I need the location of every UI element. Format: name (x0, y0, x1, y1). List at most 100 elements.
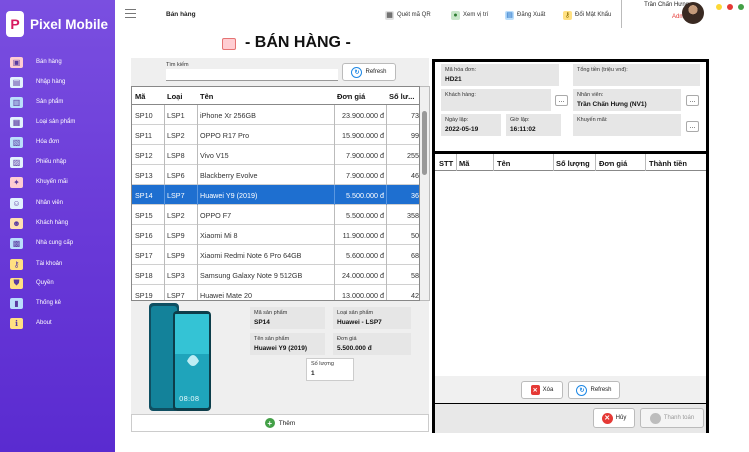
divider (197, 125, 198, 145)
product-name-field: Tên sản phẩm Huawei Y9 (2019) (250, 333, 325, 355)
search-label: Tìm kiếm (166, 62, 189, 68)
search-input[interactable] (166, 69, 338, 81)
customer-label: Khách hàng: (445, 92, 476, 98)
cell-ten: Blackberry Evolve (200, 171, 258, 180)
add-button[interactable]: + Thêm (131, 414, 429, 432)
avatar[interactable] (682, 2, 704, 24)
location-button[interactable]: ● Xem vị trí (451, 8, 488, 22)
staff-field: Nhân viên: Trần Chấn Hưng (NV1) (573, 89, 681, 111)
sidebar-item-staff[interactable]: ☺ Nhân viên (0, 193, 115, 213)
sidebar-item-product[interactable]: ▥ Sản phẩm (0, 92, 115, 112)
col-loai[interactable]: Loại (167, 92, 182, 101)
cart-col-don-gia[interactable]: Đơn giá (599, 159, 627, 168)
cell-sl: 99 (411, 131, 419, 140)
scroll-thumb[interactable] (422, 111, 427, 175)
menu-icon[interactable] (125, 9, 136, 18)
table-row[interactable]: SP13 LSP6 Blackberry Evolve 7.900.000 đ 46 (132, 165, 419, 185)
table-row[interactable]: SP12 LSP8 Vivo V15 7.900.000 đ 255 (132, 145, 419, 165)
cart-table[interactable]: STT Mã Tên Số lượng Đơn giá Thành tiền (435, 154, 706, 403)
sidebar-item-warehouse[interactable]: ▤ Nhập hàng (0, 72, 115, 92)
delete-button[interactable]: ✕ Xóa (521, 381, 563, 399)
refresh-cart-button[interactable]: ↻ Refresh (568, 381, 620, 399)
sidebar: P Pixel Mobile ▣ Bán hàng ▤ Nhập hàng ▥ Sản p… (0, 0, 115, 452)
cart-col-stt[interactable]: STT (439, 159, 453, 168)
sidebar-item-label: Loại sản phẩm (36, 119, 76, 125)
top-bar: Bán hàng ▦ Quét mã QR ● Xem vị trí ▤ Đăn… (115, 0, 749, 30)
cell-ma: SP12 (135, 151, 153, 160)
qr-scan-button[interactable]: ▦ Quét mã QR (385, 8, 431, 22)
table-row[interactable]: SP14 LSP7 Huawei Y9 (2019) 5.500.000 đ 36 (132, 185, 419, 205)
cancel-button[interactable]: ✕ Hủy (593, 408, 635, 428)
minimize-dot[interactable] (716, 4, 722, 10)
divider (334, 105, 335, 125)
divider (197, 265, 198, 285)
cell-gia: 23.900.000 đ (342, 111, 384, 120)
cell-loai: LSP7 (167, 191, 185, 200)
cart-col-ten[interactable]: Tên (497, 159, 510, 168)
divider (164, 285, 165, 300)
sidebar-item-category[interactable]: ▦ Loại sản phẩm (0, 112, 115, 132)
sidebar-item-customer[interactable]: ☻ Khách hàng (0, 213, 115, 233)
sidebar-item-gift[interactable]: ✦ Khuyến mãi (0, 172, 115, 192)
select-promotion-button[interactable]: ... (686, 121, 699, 132)
cell-gia: 24.000.000 đ (342, 271, 384, 280)
receipt-icon: ▨ (10, 156, 23, 168)
cart-col-thanh-tien[interactable]: Thành tiền (649, 159, 687, 168)
change-password-button[interactable]: ⚷ Đổi Mật Khẩu (563, 8, 611, 22)
table-row[interactable]: SP11 LSP2 OPPO R17 Pro 15.900.000 đ 99 (132, 125, 419, 145)
table-scrollbar[interactable] (420, 86, 430, 301)
cell-sl: 50 (411, 231, 419, 240)
quantity-value[interactable]: 1 (311, 370, 315, 377)
change-password-label: Đổi Mật Khẩu (575, 12, 612, 18)
close-dot[interactable] (727, 4, 733, 10)
table-header: Mã Loại Tên Đơn giá Số lư... (132, 87, 419, 105)
sidebar-item-chart[interactable]: ▮ Thống kê (0, 293, 115, 313)
maximize-dot[interactable] (738, 4, 744, 10)
cart-col-so-luong[interactable]: Số lượng (556, 159, 590, 168)
product-table[interactable]: Mã Loại Tên Đơn giá Số lư... SP10 LSP1 iPh… (131, 86, 420, 301)
divider (334, 245, 335, 265)
table-row[interactable]: SP10 LSP1 iPhone Xr 256GB 23.900.000 đ 73 (132, 105, 419, 125)
table-row[interactable]: SP15 LSP2 OPPO F7 5.500.000 đ 358 (132, 205, 419, 225)
cart-col-ma[interactable]: Mã (459, 159, 469, 168)
sidebar-item-supplier[interactable]: ▩ Nhà cung cấp (0, 233, 115, 253)
divider (386, 225, 387, 245)
sidebar-item-label: Nhập hàng (36, 79, 66, 85)
sidebar-item-key[interactable]: ⚷ Tài khoản (0, 254, 115, 274)
table-row[interactable]: SP17 LSP9 Xiaomi Redmi Note 6 Pro 64GB 5.60… (132, 245, 419, 265)
divider (334, 265, 335, 285)
col-ten[interactable]: Tên (200, 92, 213, 101)
table-row[interactable]: SP19 LSP7 Huawei Mate 20 13.000.000 đ 42 (132, 285, 419, 300)
breadcrumb: Bán hàng (166, 11, 196, 18)
product-type-value: Huawei - LSP7 (337, 319, 382, 326)
refresh-products-button[interactable]: ↻ Refresh (342, 63, 396, 81)
divider (164, 205, 165, 225)
staff-icon: ☺ (10, 197, 23, 209)
sidebar-item-store[interactable]: ▣ Bán hàng (0, 52, 115, 72)
sidebar-item-receipt[interactable]: ▨ Phiếu nhập (0, 152, 115, 172)
col-don-gia[interactable]: Đơn giá (337, 92, 365, 101)
sidebar-item-label: Tài khoản (36, 261, 63, 267)
quantity-field[interactable]: Số lượng 1 (306, 358, 354, 381)
divider (386, 165, 387, 185)
table-row[interactable]: SP16 LSP9 Xiaomi Mi 8 11.900.000 đ 50 (132, 225, 419, 245)
col-ma[interactable]: Mã (135, 92, 145, 101)
pay-button[interactable]: Thanh toán (640, 408, 704, 428)
date-field: Ngày lập: 2022-05-19 (441, 114, 501, 136)
col-so-luong[interactable]: Số lư... (389, 92, 414, 101)
sidebar-item-shield[interactable]: ⛊ Quyền (0, 273, 115, 293)
logout-button[interactable]: ▤ Đăng Xuất (505, 8, 545, 22)
select-customer-button[interactable]: ... (555, 95, 568, 106)
select-staff-button[interactable]: ... (686, 95, 699, 106)
divider (164, 105, 165, 125)
divider (197, 105, 198, 125)
sidebar-item-info[interactable]: ℹ About (0, 313, 115, 333)
sidebar-item-invoice[interactable]: ▧ Hóa đơn (0, 132, 115, 152)
divider (386, 145, 387, 165)
cell-sl: 73 (411, 111, 419, 120)
cell-loai: LSP9 (167, 251, 185, 260)
svg-text:08:08: 08:08 (179, 395, 199, 403)
sidebar-item-label: Phiếu nhập (36, 159, 67, 165)
staff-label: Nhân viên: (577, 92, 604, 98)
table-row[interactable]: SP18 LSP3 Samsung Galaxy Note 9 512GB 24.00… (132, 265, 419, 285)
